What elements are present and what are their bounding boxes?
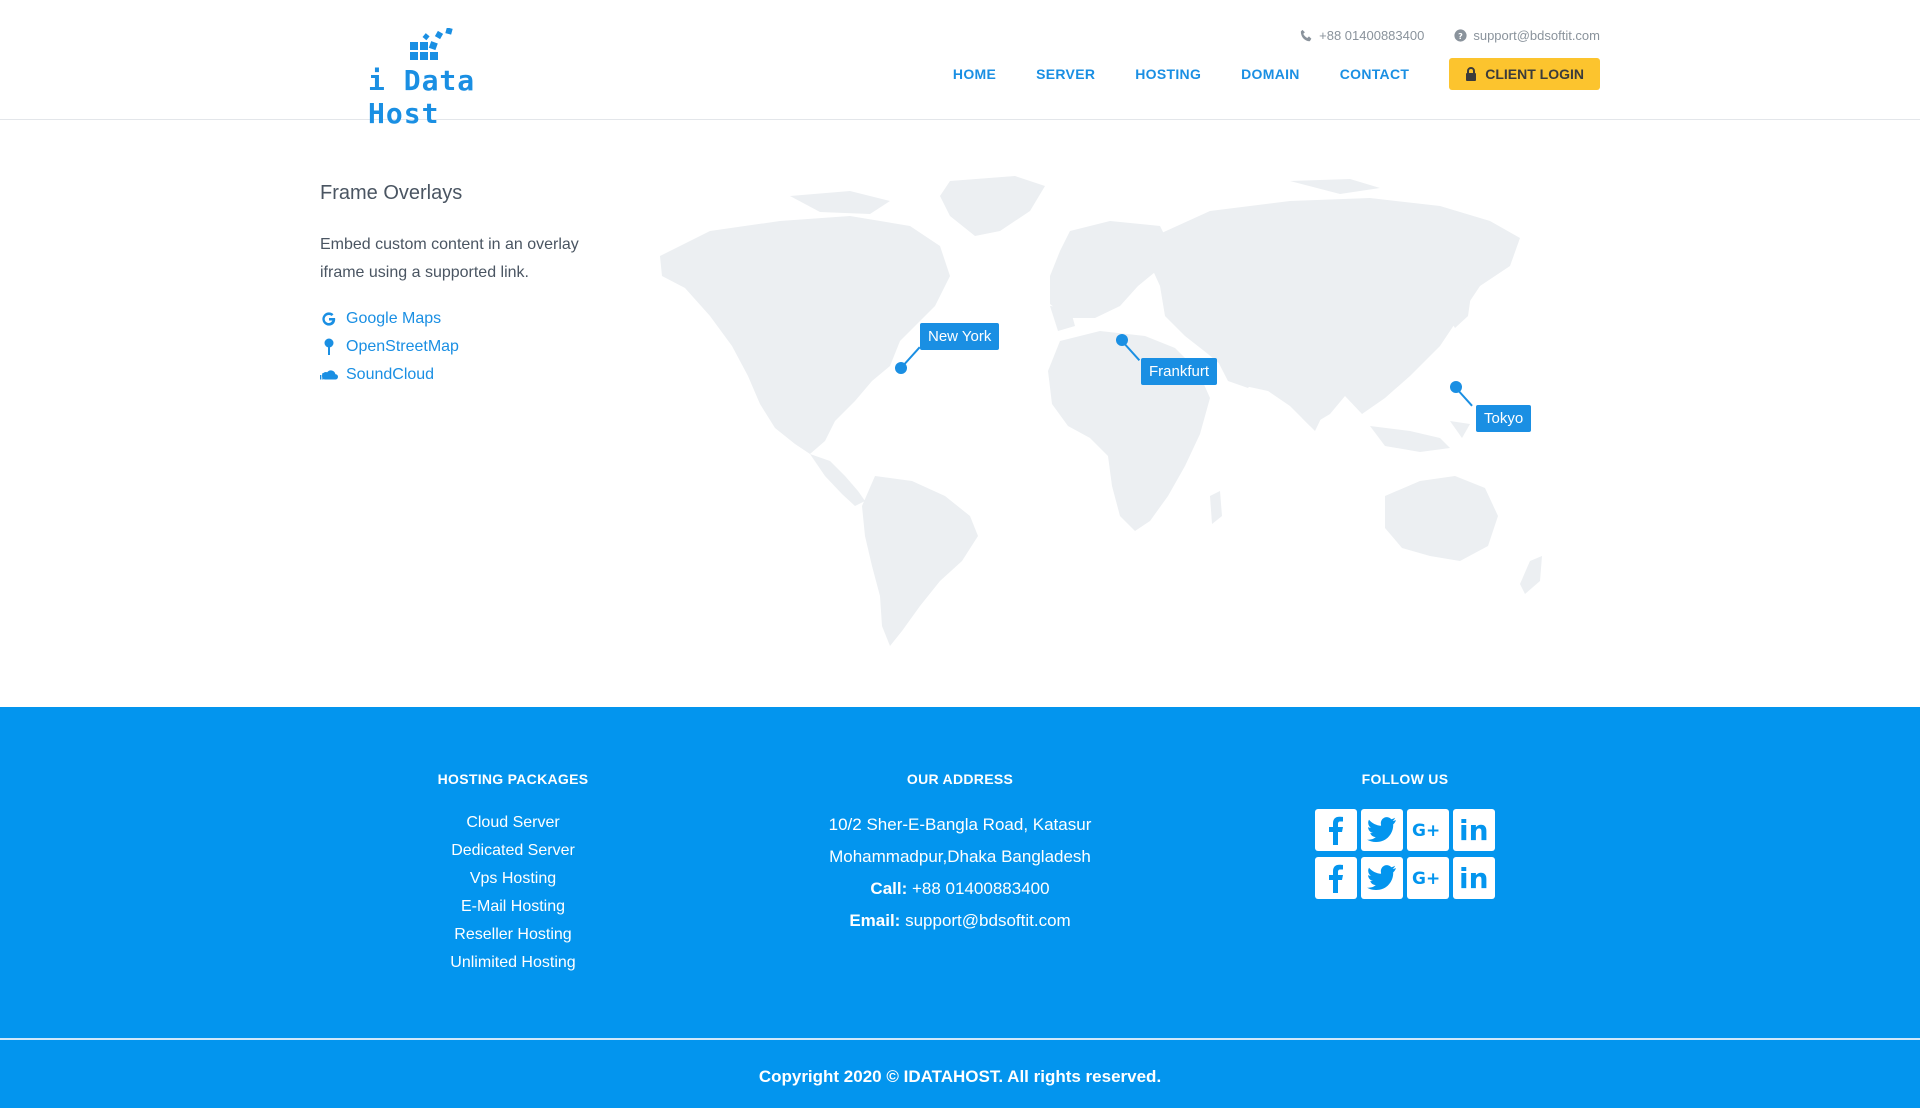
footer-link-email-hosting[interactable]: E-Mail Hosting bbox=[408, 893, 618, 921]
footer-link-dedicated-server[interactable]: Dedicated Server bbox=[408, 837, 618, 865]
nav-home[interactable]: HOME bbox=[953, 66, 996, 82]
link-openstreetmap[interactable]: OpenStreetMap bbox=[320, 333, 620, 361]
marker-frankfurt-label[interactable]: Frankfurt bbox=[1141, 358, 1218, 385]
follow-us-heading: FOLLOW US bbox=[1361, 771, 1449, 787]
google-plus-icon[interactable]: G+ bbox=[1407, 809, 1449, 851]
address-column: OUR ADDRESS 10/2 Sher-E-Bangla Road, Kat… bbox=[790, 771, 1130, 937]
svg-text:?: ? bbox=[1458, 31, 1463, 41]
marker-new-york-label[interactable]: New York bbox=[920, 323, 1000, 350]
email-contact[interactable]: ? support@bdsoftit.com bbox=[1454, 28, 1600, 43]
link-label: Google Maps bbox=[346, 310, 442, 327]
facebook-icon[interactable] bbox=[1315, 857, 1357, 899]
footer-divider bbox=[0, 1038, 1920, 1040]
link-soundcloud[interactable]: SoundCloud bbox=[320, 361, 620, 389]
link-google-maps[interactable]: Google Maps bbox=[320, 305, 620, 333]
page-bottom-strip bbox=[0, 1108, 1920, 1115]
email-value[interactable]: support@bdsoftit.com bbox=[905, 911, 1071, 930]
logo-text: i Data Host bbox=[368, 64, 476, 130]
footer-link-reseller-hosting[interactable]: Reseller Hosting bbox=[408, 921, 618, 949]
site-header: i Data Host +88 01400883400 ? support@bd… bbox=[0, 0, 1920, 130]
google-plus-icon[interactable]: G+ bbox=[1407, 857, 1449, 899]
link-label: SoundCloud bbox=[346, 366, 435, 383]
address-line-1: 10/2 Sher-E-Bangla Road, Katasur bbox=[828, 815, 1092, 834]
lock-icon bbox=[1466, 67, 1477, 81]
map-pin-icon bbox=[324, 338, 334, 355]
nav-domain[interactable]: DOMAIN bbox=[1241, 66, 1300, 82]
footer-link-unlimited-hosting[interactable]: Unlimited Hosting bbox=[408, 949, 618, 977]
svg-text:in: in bbox=[1459, 816, 1489, 844]
world-map-shapes bbox=[660, 176, 1542, 646]
address-heading: OUR ADDRESS bbox=[906, 771, 1014, 787]
client-login-button[interactable]: CLIENT LOGIN bbox=[1449, 58, 1600, 90]
email-address: support@bdsoftit.com bbox=[1473, 28, 1600, 43]
client-login-label: CLIENT LOGIN bbox=[1485, 66, 1584, 82]
google-icon bbox=[322, 312, 336, 326]
frame-overlays-panel: Frame Overlays Embed custom content in a… bbox=[320, 182, 620, 389]
linkedin-icon[interactable]: in bbox=[1453, 857, 1495, 899]
email-line: Email: support@bdsoftit.com bbox=[790, 905, 1130, 937]
address-line-2: Mohammadpur,Dhaka Bangladesh bbox=[829, 847, 1091, 866]
page-title: Frame Overlays bbox=[320, 182, 463, 204]
logo[interactable]: i Data Host bbox=[368, 28, 493, 130]
footer-link-vps-hosting[interactable]: Vps Hosting bbox=[408, 865, 618, 893]
copyright: Copyright 2020 © IDATAHOST. All rights r… bbox=[758, 1067, 1162, 1086]
social-row-1: G+ in bbox=[1290, 809, 1520, 851]
social-row-2: G+ in bbox=[1290, 857, 1520, 899]
nav-hosting[interactable]: HOSTING bbox=[1135, 66, 1201, 82]
twitter-icon[interactable] bbox=[1361, 809, 1403, 851]
question-circle-icon: ? bbox=[1454, 29, 1467, 42]
call-line: Call: +88 01400883400 bbox=[790, 873, 1130, 905]
twitter-icon[interactable] bbox=[1361, 857, 1403, 899]
world-map[interactable]: New York Frankfurt Tokyo bbox=[650, 176, 1600, 651]
phone-number: +88 01400883400 bbox=[1319, 28, 1425, 43]
hosting-packages-heading: HOSTING PACKAGES bbox=[437, 771, 589, 787]
email-label: Email: bbox=[849, 911, 901, 930]
link-label: OpenStreetMap bbox=[346, 338, 459, 355]
nav-server[interactable]: SERVER bbox=[1036, 66, 1095, 82]
call-value[interactable]: +88 01400883400 bbox=[912, 879, 1050, 898]
svg-text:G+: G+ bbox=[1412, 821, 1440, 840]
logo-cubes-icon bbox=[410, 28, 453, 60]
follow-us-column: FOLLOW US G+ in G+ in bbox=[1290, 771, 1520, 905]
soundcloud-icon bbox=[320, 370, 338, 380]
phone-contact[interactable]: +88 01400883400 bbox=[1300, 28, 1424, 43]
phone-icon bbox=[1300, 29, 1312, 42]
linkedin-icon[interactable]: in bbox=[1453, 809, 1495, 851]
call-label: Call: bbox=[870, 879, 908, 898]
hosting-packages-column: HOSTING PACKAGES Cloud Server Dedicated … bbox=[408, 771, 618, 977]
marker-tokyo-label[interactable]: Tokyo bbox=[1476, 405, 1532, 432]
main-nav: HOME SERVER HOSTING DOMAIN CONTACT CLIEN… bbox=[953, 58, 1600, 90]
contact-strip: +88 01400883400 ? support@bdsoftit.com bbox=[1300, 28, 1600, 43]
page-description: Embed custom content in an overlay ifram… bbox=[320, 236, 579, 281]
site-footer: HOSTING PACKAGES Cloud Server Dedicated … bbox=[0, 707, 1920, 1115]
svg-text:G+: G+ bbox=[1412, 869, 1440, 888]
footer-link-cloud-server[interactable]: Cloud Server bbox=[408, 809, 618, 837]
nav-contact[interactable]: CONTACT bbox=[1340, 66, 1410, 82]
facebook-icon[interactable] bbox=[1315, 809, 1357, 851]
svg-text:in: in bbox=[1459, 864, 1489, 892]
